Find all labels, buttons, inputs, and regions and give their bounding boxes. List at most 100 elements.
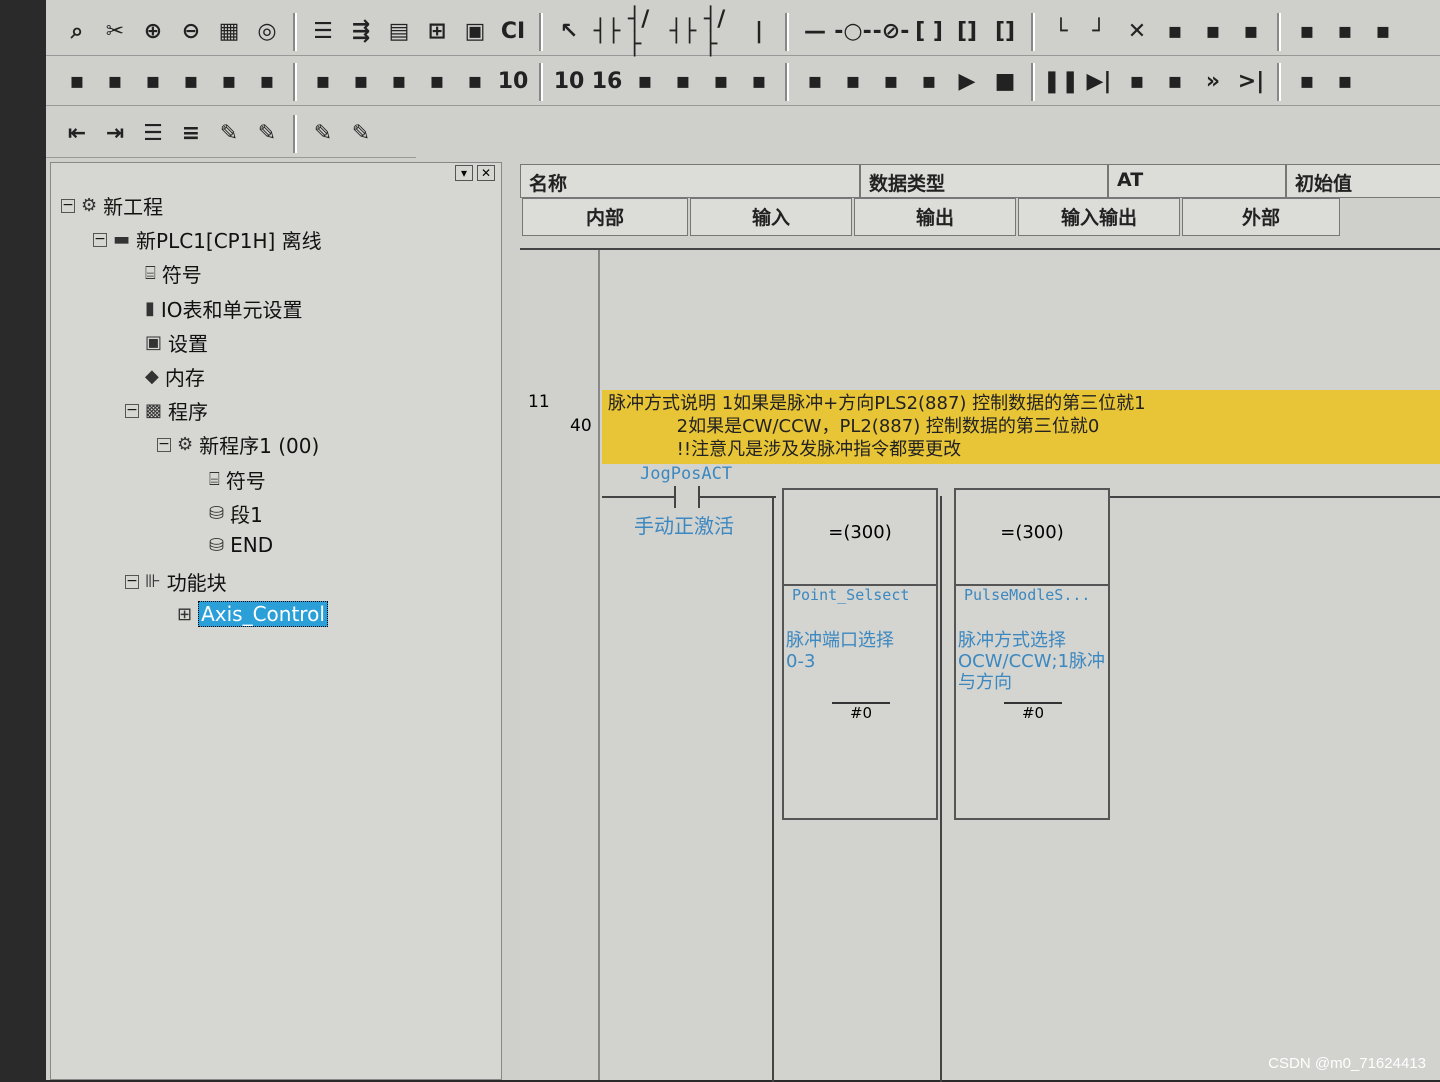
online-icon[interactable]: ▪ — [1158, 14, 1192, 50]
settings-icon[interactable]: ▪ — [458, 64, 492, 100]
16-icon[interactable]: 16 — [590, 64, 624, 100]
column-data-type[interactable]: 数据类型 — [860, 164, 1108, 198]
misc2-icon[interactable]: ▪ — [1328, 64, 1362, 100]
run-icon[interactable]: ▶ — [950, 64, 984, 100]
tab-input[interactable]: 输入 — [690, 198, 852, 236]
indent-left-icon[interactable]: ⇤ — [60, 116, 94, 152]
edit-icon[interactable]: ▪ — [1366, 14, 1400, 50]
cross-ref-icon[interactable]: ⇶ — [344, 14, 378, 50]
collapse-icon[interactable]: − — [93, 232, 107, 247]
tab-internal[interactable]: 内部 — [522, 198, 688, 236]
search-icon[interactable]: ⌕ — [60, 14, 94, 50]
select-icon[interactable]: ↖ — [552, 14, 586, 50]
tree-item[interactable]: − ⚙ 新程序1 (00) — [157, 430, 319, 459]
diff-icon[interactable]: ▪ — [1328, 14, 1362, 50]
properties-icon[interactable]: ▪ — [250, 64, 284, 100]
fast-forward-icon[interactable]: » — [1196, 64, 1230, 100]
coil-icon[interactable]: -○- — [834, 14, 871, 50]
transfer-icon[interactable]: ▪ — [1196, 14, 1230, 50]
end-step-icon[interactable]: >| — [1234, 64, 1268, 100]
collapse-icon[interactable]: − — [61, 198, 75, 213]
wire-down-icon[interactable]: └ — [1044, 14, 1078, 50]
step-out-icon[interactable]: ▪ — [1158, 64, 1192, 100]
instruction-block[interactable]: =(300) PulseModleS... 脉冲方式选择 OCW/CCW;1脉冲 与… — [954, 488, 1110, 820]
tree-item[interactable]: ⛁ 段1 — [189, 499, 263, 528]
close-icon[interactable]: ✕ — [477, 165, 495, 181]
tab-external[interactable]: 外部 — [1182, 198, 1340, 236]
compile-all-icon[interactable]: ▪ — [174, 64, 208, 100]
tree-item[interactable]: − ▩ 程序 — [125, 396, 208, 425]
stop-icon[interactable]: ■ — [988, 64, 1022, 100]
find-icon[interactable]: ▪ — [306, 64, 340, 100]
pen-b-icon[interactable]: ✎ — [306, 116, 340, 152]
grid-icon[interactable]: ▦ — [212, 14, 246, 50]
column-at[interactable]: AT — [1108, 164, 1286, 198]
tree-item[interactable]: ⌸ 符号 — [189, 465, 266, 494]
step-in-icon[interactable]: ▪ — [1120, 64, 1154, 100]
replace-icon[interactable]: ▪ — [344, 64, 378, 100]
tree-icon[interactable]: ⊞ — [420, 14, 454, 50]
compare-icon[interactable]: ▪ — [1290, 14, 1324, 50]
tree-item[interactable]: ▮ IO表和单元设置 — [125, 294, 303, 323]
collapse-icon[interactable]: − — [125, 403, 139, 418]
pin-icon[interactable]: ▾ — [455, 165, 473, 181]
step-icon[interactable]: ▶| — [1082, 64, 1116, 100]
pen-icon[interactable]: ✎ — [212, 116, 246, 152]
contact-no-icon[interactable]: ┤├ — [590, 14, 624, 50]
pen-a-icon[interactable]: ✎ — [250, 116, 284, 152]
tree-item[interactable]: ⌸ 符号 — [125, 259, 202, 288]
online-edit-icon[interactable]: ▪ — [836, 64, 870, 100]
coil-nc-icon[interactable]: -⊘- — [873, 14, 910, 50]
10-bit-icon[interactable]: 10 — [552, 64, 586, 100]
upload-plc-icon[interactable]: ▪ — [628, 64, 662, 100]
misc1-icon[interactable]: ▪ — [1290, 64, 1324, 100]
upload-compare-icon[interactable]: ▪ — [704, 64, 738, 100]
cut-window-icon[interactable]: ▪ — [212, 64, 246, 100]
column-name[interactable]: 名称 — [520, 164, 860, 198]
tree-item[interactable]: − ⊪ 功能块 — [125, 567, 227, 596]
data-trace-icon[interactable]: ▪ — [798, 64, 832, 100]
window-icon[interactable]: ▪ — [60, 64, 94, 100]
contact-or-nc-icon[interactable]: ┤/├ — [704, 7, 738, 57]
indent-right-icon[interactable]: ⇥ — [98, 116, 132, 152]
download-plc-icon[interactable]: ▪ — [666, 64, 700, 100]
instr-box2-icon[interactable]: [] — [950, 14, 984, 50]
instr-box3-icon[interactable]: [] — [988, 14, 1022, 50]
instruction-icon[interactable]: ▣ — [458, 14, 492, 50]
upload-icon[interactable]: ▪ — [1234, 14, 1268, 50]
tree-item[interactable]: ⊞ Axis_Control — [157, 601, 328, 628]
contact-no-icon[interactable] — [674, 486, 700, 508]
memory-icon[interactable]: ▪ — [420, 64, 454, 100]
edit-mode-icon[interactable]: ▪ — [98, 64, 132, 100]
line-v-icon[interactable]: | — [742, 14, 776, 50]
compile-icon[interactable]: ▪ — [136, 64, 170, 100]
list-icon[interactable]: ☰ — [136, 116, 170, 152]
delete-icon[interactable]: ✕ — [1120, 14, 1154, 50]
ci-icon[interactable]: CI — [496, 14, 530, 50]
pen-c-icon[interactable]: ✎ — [344, 116, 378, 152]
instruction-block[interactable]: =(300) Point_Selsect 脉冲端口选择 0-3 #0 — [782, 488, 938, 820]
tree-item[interactable]: − ▬ 新PLC1[CP1H] 离线 — [93, 225, 322, 254]
collapse-icon[interactable]: − — [125, 574, 139, 589]
io-table-icon[interactable]: ▪ — [382, 64, 416, 100]
line-h-icon[interactable]: — — [798, 14, 832, 50]
list-icon[interactable]: ☰ — [306, 14, 340, 50]
table-icon[interactable]: ▤ — [382, 14, 416, 50]
tree-item[interactable]: ⛁ END — [189, 533, 273, 557]
instr-box-icon[interactable]: [ ] — [912, 14, 946, 50]
10-icon[interactable]: 10 — [496, 64, 530, 100]
tree-item[interactable]: − ⚙ 新工程 — [61, 191, 163, 220]
column-initial-value[interactable]: 初始值 — [1286, 164, 1440, 198]
tree-item[interactable]: ▣ 设置 — [125, 328, 208, 357]
tab-input-output[interactable]: 输入输出 — [1018, 198, 1180, 236]
cut-icon[interactable]: ✂ — [98, 14, 132, 50]
pause-icon[interactable]: ❚❚ — [1043, 64, 1080, 100]
monitor-icon[interactable]: ◎ — [250, 14, 284, 50]
list-numbered-icon[interactable]: ≡ — [174, 116, 208, 152]
tree-item[interactable]: ◆ 内存 — [125, 362, 205, 391]
monitor-window-icon[interactable]: ▪ — [742, 64, 776, 100]
set-icon[interactable]: ▪ — [912, 64, 946, 100]
zoom-in-icon[interactable]: ⊕ — [136, 14, 170, 50]
tab-output[interactable]: 输出 — [854, 198, 1016, 236]
collapse-icon[interactable]: − — [157, 437, 171, 452]
